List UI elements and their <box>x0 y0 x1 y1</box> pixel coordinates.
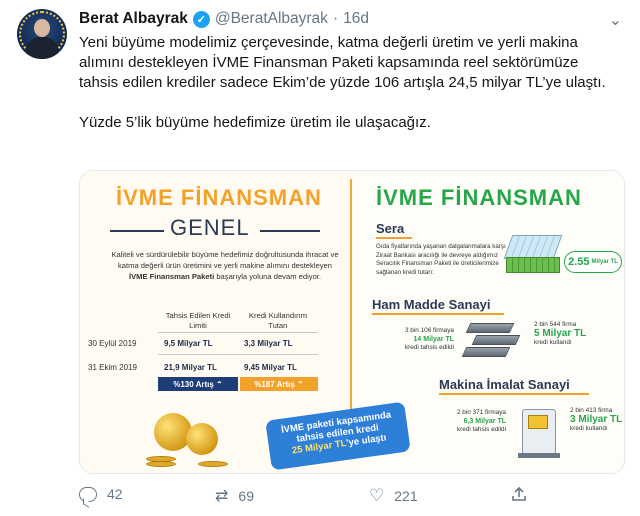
ham-left-line1: 3 bin 106 firmaya <box>404 327 454 334</box>
heart-icon: ♡ <box>369 486 385 505</box>
left-title: İVME FİNANSMAN <box>116 185 322 210</box>
like-button[interactable]: ♡ 221 <box>369 486 418 506</box>
retweet-count: 69 <box>238 488 254 504</box>
steel-beams-icon <box>458 319 528 361</box>
avatar-head <box>34 19 50 37</box>
reply-icon <box>79 486 97 502</box>
col-header-used: Kredi Kullandırım Tutarı <box>248 311 308 330</box>
desc-text-pre: Kaliteli ve sürdürülebilir büyüme hedefi… <box>111 250 339 270</box>
steel-beam <box>461 347 511 357</box>
tweet: Berat Albayrak ✓ @BeratAlbayrak · 16d ⌄ … <box>0 0 640 516</box>
increase-badge-limit: %130 Artış ⌃ <box>158 377 238 391</box>
steel-beam <box>471 335 521 345</box>
tweet-date[interactable]: 16d <box>343 10 369 28</box>
table-row: 30 Eylül 2019 9,5 Milyar TL 3,3 Milyar T… <box>88 334 314 352</box>
tweet-text: Yeni büyüme modelimiz çerçevesinde, katm… <box>79 33 619 153</box>
ham-right-amount: 5 Milyar TL <box>534 327 587 339</box>
makina-allocated: 2 bin 371 firmaya 6,3 Milyar TL kredi ta… <box>432 409 506 435</box>
greenhouse-icon <box>503 231 564 277</box>
share-icon <box>512 486 526 501</box>
subtitle-rule-left <box>110 230 164 232</box>
makina-used: 2 bin 413 firma 3 Milyar TL kredi kullan… <box>570 407 624 434</box>
ham-madde-used: 2 bin 544 firma 5 Milyar TL kredi kullan… <box>534 321 614 348</box>
row-used: 9,45 Milyar TL <box>244 362 297 372</box>
desc-text-post: başarıyla yoluna devam ediyor. <box>214 272 322 281</box>
table-rule <box>158 332 318 333</box>
sera-value: 2.55 <box>568 256 590 268</box>
mak-left-line3: kredi tahsis edildi <box>456 426 506 434</box>
sera-value-pill: 2.55 Milyar TL <box>564 251 622 273</box>
ham-left-amount: 14 Milyar TL <box>413 335 454 343</box>
mak-left-line1: 2 bin 371 firmaya <box>456 409 506 416</box>
machine-base <box>518 453 560 458</box>
left-description: Kaliteli ve sürdürülebilir büyüme hedefi… <box>110 249 340 282</box>
avatar-body <box>26 37 58 59</box>
coin <box>186 423 218 455</box>
greenhouse-roof <box>503 235 563 259</box>
header-separator: · <box>332 10 339 27</box>
coin-stack <box>146 456 176 462</box>
steel-beam <box>465 323 515 333</box>
sera-title: Sera <box>376 221 405 236</box>
like-count: 221 <box>394 488 418 504</box>
row-limit: 9,5 Milyar TL <box>164 338 213 348</box>
machine-icon <box>516 403 562 459</box>
author-handle[interactable]: @BeratAlbayrak <box>215 10 328 28</box>
mak-right-amount: 3 Milyar TL <box>570 413 623 425</box>
ham-madde-allocated: 3 bin 106 firmaya 14 Milyar TL kredi tah… <box>374 327 454 353</box>
sera-unit: Milyar TL <box>591 259 618 265</box>
ham-madde-title: Ham Madde Sanayi <box>372 297 491 312</box>
gold-coins-illustration <box>142 407 232 473</box>
sera-underline <box>376 237 412 239</box>
makina-title: Makina İmalat Sanayi <box>439 377 570 392</box>
avatar[interactable] <box>17 9 67 59</box>
tweet-paragraph-2: Yüzde 5’lik büyüme hedefimize üretim ile… <box>79 114 431 131</box>
author-name[interactable]: Berat Albayrak <box>79 10 188 28</box>
retweet-icon: ⇄ <box>215 488 229 505</box>
mak-left-amount: 6,3 Milyar TL <box>463 417 506 425</box>
row-used: 3,3 Milyar TL <box>244 338 293 348</box>
tweet-paragraph-1: Yeni büyüme modelimiz çerçevesinde, katm… <box>79 34 606 91</box>
tweet-image-infographic[interactable]: İVME FİNANSMAN GENEL Kaliteli ve sürdürü… <box>79 170 625 474</box>
makina-underline <box>439 393 589 395</box>
reply-button[interactable]: 42 <box>79 486 123 502</box>
row-date: 30 Eylül 2019 <box>88 338 137 348</box>
tweet-header: Berat Albayrak ✓ @BeratAlbayrak · 16d <box>79 8 369 30</box>
ham-left-line3: kredi tahsis edildi <box>404 344 454 352</box>
ham-madde-underline <box>372 313 504 315</box>
ham-right-line3: kredi kullandı <box>534 339 572 347</box>
retweet-button[interactable]: ⇄ 69 <box>215 486 254 506</box>
col-header-limit: Tahsis Edilen Kredi Limiti <box>165 311 231 330</box>
machine-panel <box>528 415 548 429</box>
share-button[interactable] <box>511 486 527 502</box>
more-options-chevron-icon[interactable]: ⌄ <box>609 10 622 30</box>
mak-right-line3: kredi kullandı <box>570 425 608 433</box>
greenhouse-plants <box>506 257 560 273</box>
coin-stack <box>198 461 228 467</box>
desc-text-bold: İVME Finansman Paketi <box>128 272 215 281</box>
sera-description: Gıda fiyatlarında yaşanan dalgalanmalara… <box>376 243 506 276</box>
right-title: İVME FİNANSMAN <box>376 185 582 210</box>
reply-count: 42 <box>107 486 123 502</box>
table-row: 31 Ekim 2019 21,9 Milyar TL 9,45 Milyar … <box>88 358 314 376</box>
tweet-actions: 42 ⇄ 69 ♡ 221 <box>79 486 599 508</box>
row-limit: 21,9 Milyar TL <box>164 362 217 372</box>
subtitle-rule-right <box>260 230 320 232</box>
row-date: 31 Ekim 2019 <box>88 362 137 372</box>
left-subtitle: GENEL <box>170 215 250 240</box>
panel-divider <box>350 179 352 409</box>
increase-badge-used: %187 Artış ⌃ <box>240 377 318 391</box>
verified-badge-icon: ✓ <box>192 10 210 28</box>
table-rule <box>158 354 318 355</box>
